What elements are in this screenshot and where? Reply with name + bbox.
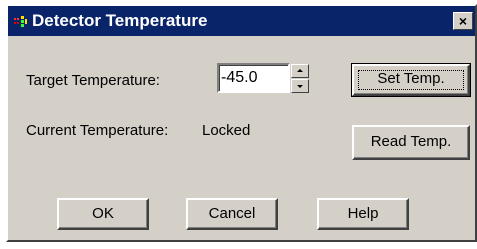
help-label: Help (347, 205, 379, 222)
detector-temperature-dialog: Detector Temperature × Target Temperatur… (6, 4, 477, 242)
title-bar[interactable]: Detector Temperature × (8, 6, 475, 36)
spin-down-arrow-icon (297, 85, 303, 88)
app-icon (14, 16, 27, 27)
read-temp-label: Read Temp. (370, 133, 452, 150)
ok-label: OK (92, 205, 114, 222)
ok-button[interactable]: OK (57, 198, 149, 230)
spin-up-arrow-icon (297, 69, 303, 72)
window-title: Detector Temperature (32, 11, 208, 30)
help-button[interactable]: Help (317, 198, 409, 230)
cancel-button[interactable]: Cancel (186, 198, 278, 230)
close-button[interactable]: × (453, 12, 473, 30)
read-temp-button[interactable]: Read Temp. (352, 125, 470, 160)
set-temp-button[interactable]: Set Temp. (351, 63, 471, 97)
current-temperature-label: Current Temperature: (26, 122, 169, 139)
set-temp-label: Set Temp. (377, 70, 445, 87)
target-temperature-value: -45.0 (221, 69, 258, 86)
cancel-label: Cancel (208, 205, 256, 222)
current-temperature-value: Locked (202, 122, 251, 139)
target-temperature-label: Target Temperature: (26, 72, 160, 89)
spin-down-button[interactable] (291, 79, 309, 93)
close-icon: × (458, 13, 468, 29)
target-temperature-input[interactable]: -45.0 (217, 63, 290, 93)
spin-up-button[interactable] (291, 64, 309, 78)
